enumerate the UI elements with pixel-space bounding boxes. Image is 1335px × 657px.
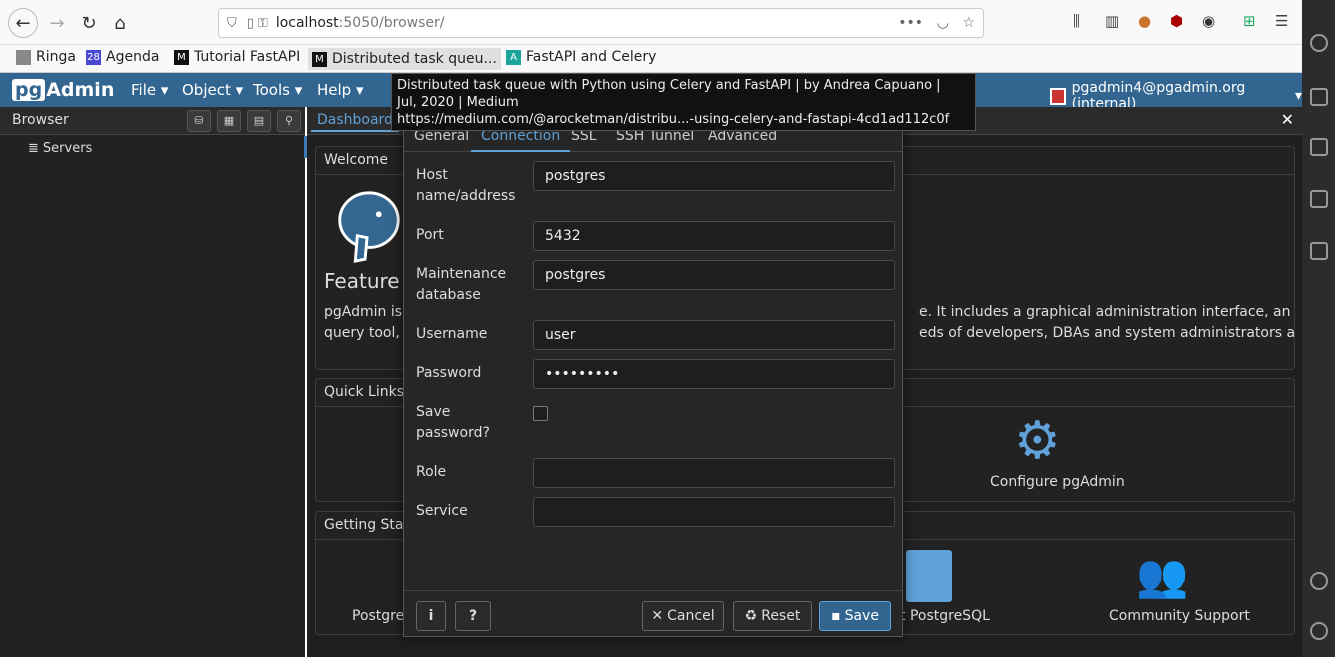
menu-file[interactable]: File ▾ xyxy=(131,81,168,99)
save-button[interactable]: ▪ Save xyxy=(819,601,891,631)
extensions-icon[interactable]: ⊞ xyxy=(1243,12,1256,30)
chevron-down-icon: ▾ xyxy=(1294,88,1302,104)
info-icon: i xyxy=(428,608,434,624)
key-icon: ⚿ xyxy=(257,15,268,31)
help-icon: ? xyxy=(468,608,478,624)
pgadmin-logo: pg Admin xyxy=(12,78,114,102)
users-icon: 👥 xyxy=(1136,551,1189,600)
calendar-icon: 28 xyxy=(86,49,101,65)
planet-postgres-link[interactable]: t PostgreSQL xyxy=(900,608,990,624)
reload-icon[interactable]: ↻ xyxy=(74,8,104,38)
role-input[interactable] xyxy=(533,458,895,488)
menu-icon[interactable]: ☰ xyxy=(1275,12,1288,30)
browser-panel-header: Browser ⛁ ▦ ▤ ⚲ xyxy=(0,107,305,135)
search-icon[interactable] xyxy=(1310,34,1328,52)
tab-dashboard[interactable]: Dashboard xyxy=(311,110,399,132)
tree-servers[interactable]: ≣ Servers xyxy=(28,141,92,156)
role-label: Role xyxy=(416,464,447,480)
community-support-link[interactable]: Community Support xyxy=(1109,608,1250,624)
port-label: Port xyxy=(416,227,444,243)
browser-title: Browser xyxy=(12,112,69,128)
browser-toolbar: ← → ↻ ⌂ ⛉ ▯ ⚿ localhost:5050/browser/ ••… xyxy=(0,0,1302,45)
feature-heading: Feature r xyxy=(324,269,415,293)
ublock-icon[interactable]: ⬢ xyxy=(1170,12,1183,30)
host-input[interactable]: postgres xyxy=(533,161,895,191)
home-icon[interactable]: ⌂ xyxy=(105,8,135,38)
service-input[interactable] xyxy=(533,497,895,527)
forward-icon[interactable]: → xyxy=(42,8,72,38)
browser-panel: Browser ⛁ ▦ ▤ ⚲ ≣ Servers xyxy=(0,107,305,657)
menu-tools[interactable]: Tools ▾ xyxy=(253,81,302,99)
bookmarks-bar: Ringa 28 Agenda M Tutorial FastAPI M Distri… xyxy=(0,45,1302,73)
tab-connection[interactable]: Connection xyxy=(471,128,571,152)
bookmark-distributed[interactable]: M Distributed task queu... xyxy=(308,48,501,70)
intro-left-2: query tool, a xyxy=(324,325,413,341)
dialog-footer: i ? ✕ Cancel ♻ Reset ▪ Save xyxy=(404,590,902,638)
medium-icon: M xyxy=(174,49,189,65)
extension-icon[interactable]: ◉ xyxy=(1202,12,1215,30)
query-tool-icon[interactable]: ⛁ xyxy=(187,110,211,132)
menu-object[interactable]: Object ▾ xyxy=(182,81,243,99)
more-icon[interactable]: ••• xyxy=(898,15,923,31)
medium-icon: M xyxy=(312,51,327,67)
save-password-label: Save password? xyxy=(416,404,490,441)
search-objects-icon[interactable]: ⚲ xyxy=(277,110,301,132)
shield-icon: ⛉ xyxy=(227,15,237,31)
password-label: Password xyxy=(416,365,482,381)
floppy-icon: ▪ xyxy=(831,608,841,624)
host-label: Host name/address xyxy=(416,167,516,204)
maintenance-db-input[interactable]: postgres xyxy=(533,260,895,290)
username-label: Username xyxy=(416,326,488,342)
port-input[interactable]: 5432 xyxy=(533,221,895,251)
vscode-activity-bar xyxy=(1302,0,1335,657)
close-icon: ✕ xyxy=(651,608,664,624)
source-control-icon[interactable] xyxy=(1310,88,1328,106)
settings-gear-icon[interactable] xyxy=(1310,622,1328,640)
bookmark-agenda[interactable]: 28 Agenda xyxy=(86,49,159,65)
run-icon[interactable] xyxy=(1310,138,1328,156)
pocket-icon[interactable]: ◡ xyxy=(937,15,949,31)
book-icon xyxy=(906,550,952,602)
account-icon[interactable]: ● xyxy=(1138,12,1151,30)
page-icon: ▯ xyxy=(246,15,254,31)
view-data-icon[interactable]: ▦ xyxy=(217,110,241,132)
servers-icon: ≣ xyxy=(28,141,39,156)
reset-button[interactable]: ♻ Reset xyxy=(733,601,812,631)
avatar xyxy=(1050,87,1066,105)
password-input[interactable]: ••••••••• xyxy=(533,359,895,389)
gears-icon[interactable]: ⚙ xyxy=(1014,415,1061,467)
postgres-elephant-logo xyxy=(338,191,400,263)
username-input[interactable]: user xyxy=(533,320,895,350)
info-button[interactable]: i xyxy=(416,601,446,631)
filter-rows-icon[interactable]: ▤ xyxy=(247,110,271,132)
configure-pgadmin-link[interactable]: Configure pgAdmin xyxy=(990,474,1125,490)
bookmark-tooltip: Distributed task queue with Python using… xyxy=(391,73,976,131)
url-bar[interactable]: ⛉ ▯ ⚿ localhost:5050/browser/ ••• ◡ ☆ xyxy=(218,8,984,38)
save-password-checkbox[interactable] xyxy=(533,406,548,421)
intro-right-1: e. It includes a graphical administratio… xyxy=(919,304,1295,320)
testdriven-icon: A xyxy=(506,49,521,65)
maintenance-db-label: Maintenance database xyxy=(416,266,507,303)
service-label: Service xyxy=(416,503,468,519)
menu-help[interactable]: Help ▾ xyxy=(317,81,364,99)
sidebar-icon[interactable]: ▥ xyxy=(1105,12,1119,30)
extensions-icon[interactable] xyxy=(1310,190,1328,208)
recycle-icon: ♻ xyxy=(744,608,758,624)
docker-icon[interactable] xyxy=(1310,242,1328,260)
accounts-icon[interactable] xyxy=(1310,572,1328,590)
back-icon[interactable]: ← xyxy=(8,8,38,38)
intro-right-2: eds of developers, DBAs and system admin… xyxy=(919,325,1295,341)
bookmark-ringa[interactable]: Ringa xyxy=(16,49,76,65)
folder-icon xyxy=(16,49,31,65)
help-button[interactable]: ? xyxy=(455,601,491,631)
bookmark-tutorial-fastapi[interactable]: M Tutorial FastAPI xyxy=(174,49,300,65)
close-icon[interactable]: ✕ xyxy=(1281,110,1294,129)
url-text: localhost:5050/browser/ xyxy=(275,15,445,31)
intro-left-1: pgAdmin is a xyxy=(324,304,416,320)
library-icon[interactable]: ⫼ xyxy=(1073,12,1080,30)
bookmark-fastapi-celery[interactable]: A FastAPI and Celery xyxy=(506,49,656,65)
cancel-button[interactable]: ✕ Cancel xyxy=(642,601,724,631)
bookmark-star-icon[interactable]: ☆ xyxy=(962,15,975,31)
server-dialog: General Connection SSL SSH Tunnel Advanc… xyxy=(403,94,903,638)
